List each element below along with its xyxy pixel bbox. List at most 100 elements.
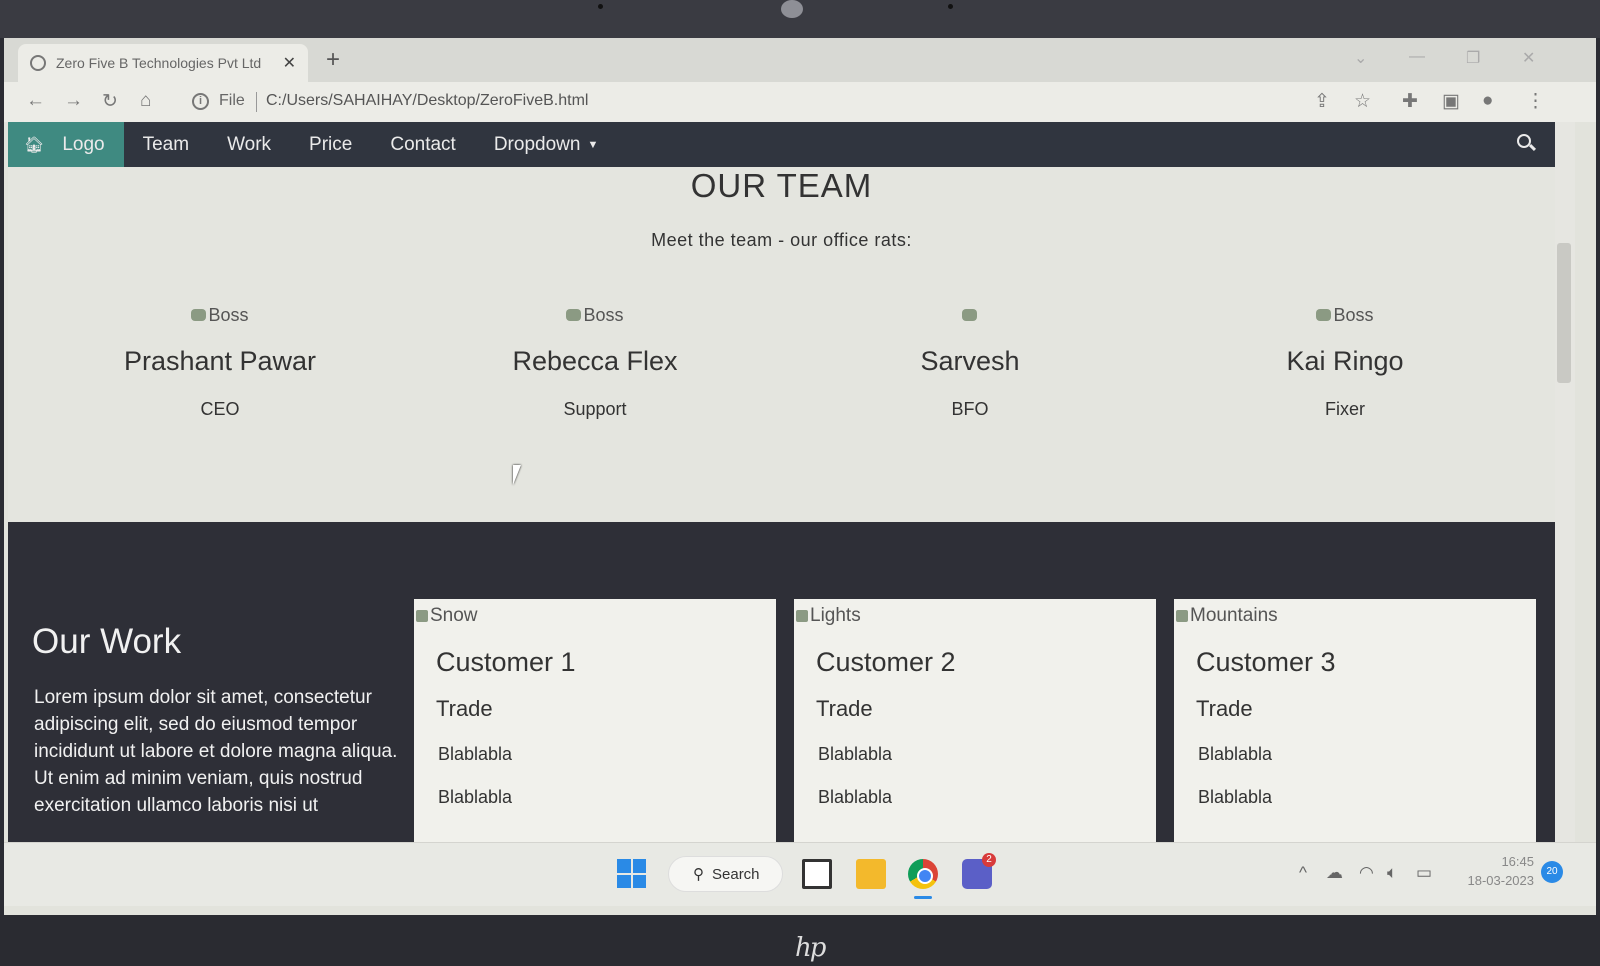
member-photo: Boss	[405, 302, 785, 328]
back-icon[interactable]: ←	[26, 90, 45, 112]
customer-card[interactable]: Snow Customer 1 Trade Blablabla Blablabl…	[414, 599, 776, 842]
work-section: Our Work Lorem ipsum dolor sit amet, con…	[8, 522, 1555, 842]
chevron-down-icon[interactable]: ⌄	[1354, 48, 1367, 68]
new-tab-button[interactable]: +	[326, 46, 340, 74]
mouse-cursor	[513, 465, 529, 485]
side-panel-icon[interactable]: ▣	[1442, 90, 1460, 113]
work-description: Lorem ipsum dolor sit amet, consectetur …	[34, 687, 398, 816]
info-icon[interactable]: i	[192, 93, 209, 110]
taskbar-search[interactable]: ⚲ Search	[668, 856, 783, 892]
windows-taskbar: ⚲ Search 2 ^ ☁ ◠ 🔈︎ ▭ 16:45 18-03-2023 2…	[4, 842, 1596, 906]
search-icon: ⚲	[693, 866, 704, 883]
system-clock[interactable]: 16:45 18-03-2023	[1454, 852, 1535, 890]
customer-card[interactable]: Mountains Customer 3 Trade Blablabla Bla…	[1174, 599, 1536, 842]
address-bar[interactable]: C:/Users/SAHAIHAY/Desktop/ZeroFiveB.html	[266, 92, 588, 110]
profile-icon[interactable]: ●	[1482, 90, 1493, 112]
card-text: Blablabla	[818, 744, 893, 764]
search-icon[interactable]	[1517, 134, 1537, 152]
caret-down-icon: ▼	[587, 138, 599, 151]
home-icon: 🏠︎	[24, 136, 45, 154]
member-name: Rebecca Flex	[512, 346, 678, 376]
close-tab-icon[interactable]: ✕	[283, 53, 296, 73]
windows-start-icon[interactable]	[617, 859, 646, 888]
team-member: Sarvesh BFO	[780, 302, 1160, 420]
chevron-up-icon[interactable]: ^	[1299, 863, 1307, 883]
webcam	[781, 0, 803, 18]
reload-icon[interactable]: ↻	[102, 90, 118, 113]
site-navbar: 🏠︎ Logo Team Work Price Contact Dropdown…	[8, 122, 1555, 167]
nav-team[interactable]: Team	[124, 122, 208, 167]
team-member: Boss Prashant Pawar CEO	[30, 302, 410, 420]
share-icon[interactable]: ⇪	[1314, 90, 1330, 113]
member-role: Fixer	[1325, 399, 1365, 419]
card-text: Blablabla	[438, 787, 513, 807]
teams-notification-badge: 2	[982, 853, 996, 867]
url-scheme: File	[219, 92, 245, 109]
member-photo: Boss	[1155, 302, 1535, 328]
globe-icon	[30, 55, 46, 71]
broken-image-icon	[191, 309, 207, 321]
forward-icon[interactable]: →	[64, 90, 83, 112]
volume-icon[interactable]: 🔈︎	[1387, 863, 1397, 883]
member-photo: Boss	[30, 302, 410, 328]
battery-icon[interactable]: ▭	[1416, 863, 1432, 883]
clock-date: 18-03-2023	[1467, 873, 1535, 888]
card-trade: Trade	[436, 696, 493, 721]
home-icon[interactable]: ⌂	[140, 90, 151, 112]
taskbar-search-label: Search	[712, 865, 760, 883]
member-name: Sarvesh	[920, 346, 1020, 376]
nav-home-logo[interactable]: 🏠︎ Logo	[8, 122, 124, 167]
close-window-icon[interactable]: ✕	[1522, 48, 1535, 68]
page-scrollbar[interactable]	[1555, 122, 1575, 842]
task-view-icon[interactable]	[802, 859, 832, 889]
card-text: Blablabla	[1198, 787, 1273, 807]
nav-logo-label: Logo	[62, 133, 105, 155]
team-member: Boss Kai Ringo Fixer	[1155, 302, 1535, 420]
nav-dropdown[interactable]: Dropdown ▼	[475, 122, 618, 167]
notification-center-badge[interactable]: 20	[1541, 861, 1563, 883]
tab-title: Zero Five B Technologies Pvt Ltd	[56, 55, 262, 71]
nav-contact[interactable]: Contact	[371, 122, 474, 167]
card-title: Customer 2	[816, 647, 956, 677]
customer-card[interactable]: Lights Customer 2 Trade Blablabla Blabla…	[794, 599, 1156, 842]
web-page: 🏠︎ Logo Team Work Price Contact Dropdown…	[8, 122, 1555, 842]
member-role: Support	[563, 399, 627, 419]
member-photo	[780, 302, 1160, 328]
nav-dropdown-label: Dropdown	[493, 133, 581, 155]
nav-price[interactable]: Price	[290, 122, 371, 167]
broken-image-icon	[566, 309, 582, 321]
browser-tab[interactable]: Zero Five B Technologies Pvt Ltd ✕	[18, 44, 308, 82]
team-title: OUR TEAM	[690, 167, 873, 204]
onedrive-cloud-icon[interactable]: ☁	[1326, 863, 1343, 883]
sensor-dot	[948, 4, 953, 9]
card-trade: Trade	[1196, 696, 1253, 721]
bookmark-star-icon[interactable]: ☆	[1354, 90, 1371, 113]
file-explorer-icon[interactable]	[856, 859, 886, 889]
card-text: Blablabla	[818, 787, 893, 807]
broken-image-icon	[796, 610, 808, 622]
sensor-dot	[598, 4, 603, 9]
wifi-icon[interactable]: ◠	[1359, 863, 1374, 883]
extensions-icon[interactable]: ✚	[1402, 90, 1418, 113]
scrollbar-thumb[interactable]	[1557, 243, 1571, 383]
browser-toolbar: ← → ↻ ⌂ i File C:/Users/SAHAIHAY/Desktop…	[4, 82, 1596, 122]
card-text: Blablabla	[1198, 744, 1273, 764]
minimize-icon[interactable]: —	[1409, 48, 1425, 66]
work-title: Our Work	[32, 622, 182, 661]
laptop-bezel-top	[0, 0, 1600, 38]
card-title: Customer 1	[436, 647, 576, 677]
menu-icon[interactable]: ⋮	[1526, 90, 1545, 113]
clock-time: 16:45	[1501, 854, 1534, 869]
hp-logo: hp	[795, 933, 826, 963]
url-separator	[256, 92, 257, 112]
screen: Zero Five B Technologies Pvt Ltd ✕ + ⌄ —…	[4, 38, 1596, 915]
team-section: OUR TEAM Meet the team - our office rats…	[8, 167, 1555, 522]
maximize-icon[interactable]: ❐	[1466, 48, 1480, 68]
member-name: Kai Ringo	[1286, 346, 1404, 376]
member-name: Prashant Pawar	[123, 346, 317, 376]
chrome-icon[interactable]	[908, 859, 938, 889]
nav-work[interactable]: Work	[208, 122, 290, 167]
card-image: Mountains	[1176, 605, 1536, 627]
browser-tab-bar: Zero Five B Technologies Pvt Ltd ✕ + ⌄ —…	[4, 38, 1596, 82]
active-app-indicator	[914, 896, 932, 899]
